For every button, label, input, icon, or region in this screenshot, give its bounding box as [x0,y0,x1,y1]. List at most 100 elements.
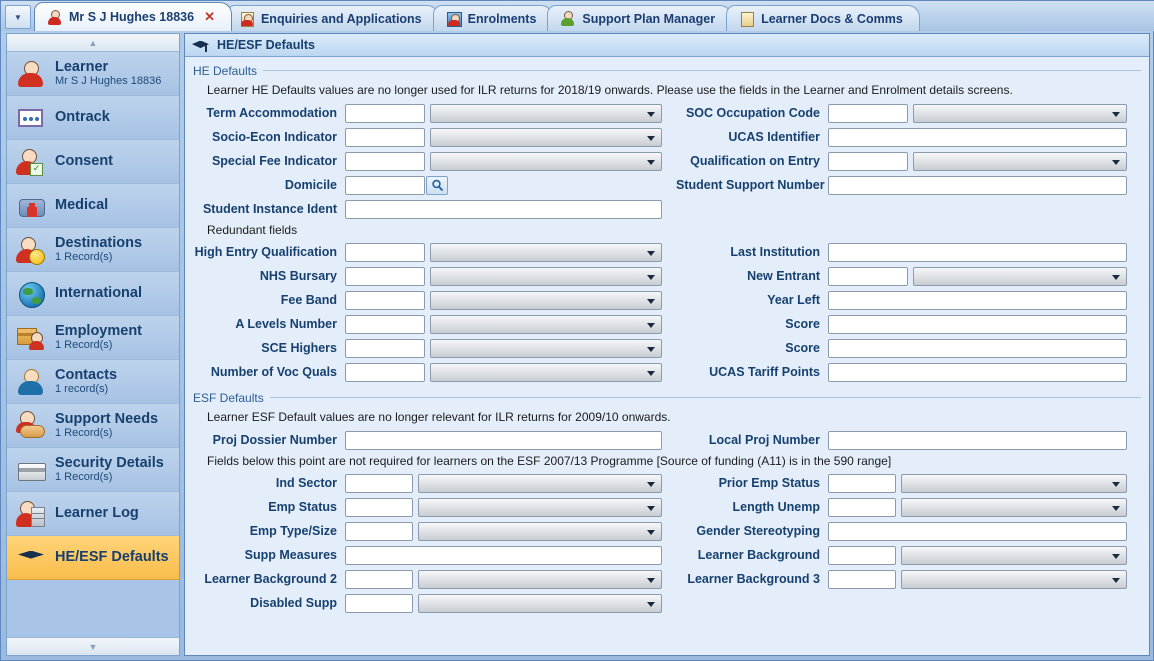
field-select[interactable] [418,569,662,589]
field-select[interactable] [901,545,1127,565]
field-code-input[interactable] [828,266,908,286]
field-select[interactable] [901,497,1127,517]
field-learner-background-2: Learner Background 2 [193,569,676,589]
field-code-input[interactable] [828,103,908,123]
field-code-input[interactable] [345,473,413,493]
sidebar-item-label: Medical [55,197,109,214]
field-code-input[interactable] [345,290,425,310]
field-select[interactable] [430,266,662,286]
field-code-input[interactable] [345,497,413,517]
sidebar-item-label: Employment [55,323,143,340]
field-label: SOC Occupation Code [685,106,820,120]
field-code-input[interactable] [828,569,896,589]
sidebar-item-contacts[interactable]: Contacts 1 record(s) [7,360,179,404]
tab-enrolments[interactable]: Enrolments [432,5,554,31]
field-code-input[interactable] [345,242,425,262]
domicile-lookup-button[interactable] [426,175,448,195]
field-text-input[interactable] [828,127,1127,147]
field-select[interactable] [430,242,662,262]
sidebar-item-sublabel: 1 Record(s) [55,339,113,352]
credit-card-icon [16,455,46,485]
field-code-input[interactable] [345,127,425,147]
field-label: Score [785,341,820,355]
field-select[interactable] [901,473,1127,493]
person-green-icon [560,11,576,26]
field-select[interactable] [913,103,1127,123]
field-select[interactable] [418,593,662,613]
globe-icon [16,279,46,309]
field-code-input[interactable] [345,103,425,123]
field-select[interactable] [430,338,662,358]
field-text-input[interactable] [345,430,662,450]
field-code-input[interactable] [345,593,413,613]
form-row: NHS Bursary New Entrant [193,264,1141,288]
sidebar-scroll-down-button[interactable]: ▼ [7,637,179,655]
field-text-input[interactable] [828,314,1127,334]
sidebar-scroll-up-button[interactable]: ▲ [7,34,179,52]
field-code-input[interactable] [345,151,425,171]
person-doc-icon [239,11,255,27]
field-select[interactable] [430,151,662,171]
field-label: Emp Status [268,500,337,514]
field-label: SCE Highers [261,341,337,355]
sidebar-item-medical[interactable]: Medical [7,184,179,228]
form-row: Socio-Econ Indicator UCAS Identifier [193,125,1141,149]
field-text-input[interactable] [828,242,1127,262]
field-text-input[interactable] [828,521,1127,541]
field-code-input[interactable] [345,569,413,589]
field-code-input[interactable] [345,314,425,334]
tab-learner-record[interactable]: Mr S J Hughes 18836 ✕ [34,2,232,31]
field-select[interactable] [418,473,662,493]
field-code-input[interactable] [345,175,425,195]
field-code-input[interactable] [345,362,425,382]
sidebar-item-international[interactable]: International [7,272,179,316]
sidebar-item-ontrack[interactable]: Ontrack [7,96,179,140]
field-code-input[interactable] [345,338,425,358]
field-select[interactable] [430,290,662,310]
tab-enquiries-and-applications[interactable]: Enquiries and Applications [225,5,439,31]
field-text-input[interactable] [828,338,1127,358]
field-code-input[interactable] [828,473,896,493]
sidebar-item-he-esf-defaults[interactable]: HE/ESF Defaults [7,536,179,580]
sidebar-item-support-needs[interactable]: Support Needs 1 Record(s) [7,404,179,448]
field-code-input[interactable] [828,151,908,171]
sidebar-item-learner-log[interactable]: Learner Log [7,492,179,536]
field-text-input[interactable] [345,545,662,565]
field-text-input[interactable] [828,362,1127,382]
field-select[interactable] [430,103,662,123]
chevron-up-icon: ▲ [88,37,98,48]
graduation-cap-icon [16,543,46,573]
field-label: UCAS Identifier [728,130,820,144]
close-icon[interactable]: ✕ [204,9,215,25]
field-label: Local Proj Number [708,433,820,447]
field-select[interactable] [913,266,1127,286]
field-text-input[interactable] [345,199,662,219]
field-local-proj-number: Local Proj Number [676,430,1141,450]
tab-list-dropdown-button[interactable]: ▼ [5,5,31,29]
sidebar-item-security-details[interactable]: Security Details 1 Record(s) [7,448,179,492]
field-text-input[interactable] [828,175,1127,195]
field-select[interactable] [430,314,662,334]
field-code-input[interactable] [828,497,896,517]
field-select[interactable] [901,569,1127,589]
field-code-input[interactable] [345,266,425,286]
contact-person-icon [16,367,46,397]
field-select[interactable] [430,127,662,147]
field-text-input[interactable] [828,430,1127,450]
field-select[interactable] [418,497,662,517]
sidebar-item-sublabel: Mr S J Hughes 18836 [55,75,162,88]
field-select[interactable] [913,151,1127,171]
tab-support-plan-manager[interactable]: Support Plan Manager [547,5,733,31]
sidebar-item-employment[interactable]: Employment 1 Record(s) [7,316,179,360]
sidebar-item-consent[interactable]: ✓ Consent [7,140,179,184]
field-select[interactable] [418,521,662,541]
field-select[interactable] [430,362,662,382]
field-code-input[interactable] [828,545,896,565]
field-number-of-voc-quals: Number of Voc Quals [193,362,676,382]
sidebar-item-destinations[interactable]: Destinations 1 Record(s) [7,228,179,272]
field-text-input[interactable] [828,290,1127,310]
tab-learner-docs-and-comms[interactable]: Learner Docs & Comms [726,5,920,31]
esf-defaults-note: Learner ESF Default values are no longer… [207,410,671,424]
sidebar-item-learner[interactable]: Learner Mr S J Hughes 18836 [7,52,179,96]
field-code-input[interactable] [345,521,413,541]
